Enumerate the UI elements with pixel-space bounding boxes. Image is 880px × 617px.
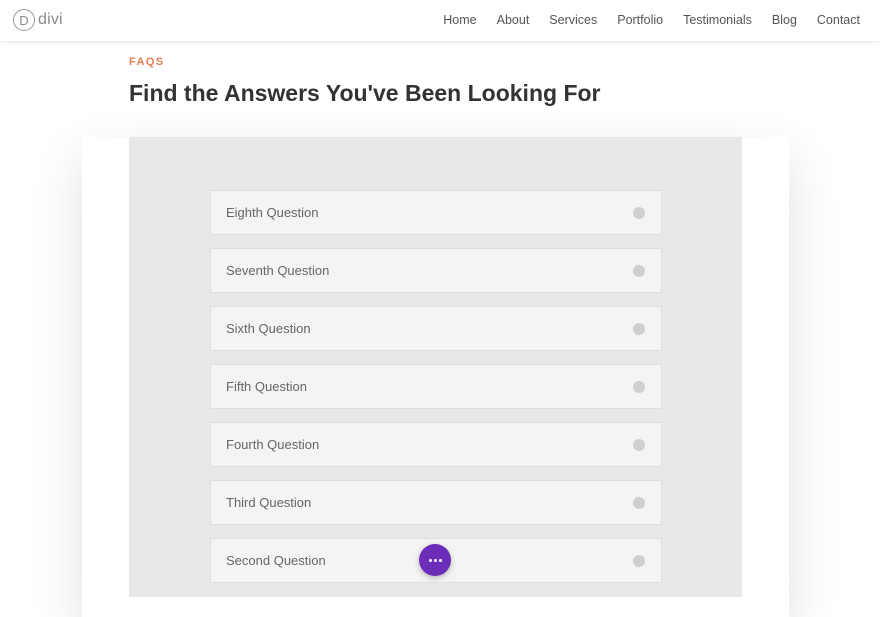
faq-question: Second Question	[226, 553, 326, 568]
faq-toggle[interactable]: Third Question	[210, 480, 662, 525]
nav-portfolio[interactable]: Portfolio	[617, 13, 663, 27]
faq-question: Fifth Question	[226, 379, 307, 394]
nav-home[interactable]: Home	[443, 13, 476, 27]
nav-about[interactable]: About	[497, 13, 530, 27]
faq-question: Third Question	[226, 495, 312, 510]
toggle-icon	[633, 497, 645, 509]
main-nav: Home About Services Portfolio Testimonia…	[423, 0, 860, 40]
toggle-icon	[633, 381, 645, 393]
site-header: D divi Home About Services Portfolio Tes…	[0, 0, 880, 41]
section-eyebrow: FAQS	[129, 56, 165, 68]
toggle-icon	[633, 207, 645, 219]
toggle-icon	[633, 439, 645, 451]
faq-toggle[interactable]: Eighth Question	[210, 190, 662, 235]
more-dots-icon	[428, 558, 442, 562]
faq-question: Sixth Question	[226, 321, 311, 336]
faq-question: Fourth Question	[226, 437, 320, 452]
faq-toggle[interactable]: Sixth Question	[210, 306, 662, 351]
nav-testimonials[interactable]: Testimonials	[683, 13, 752, 27]
faq-question: Seventh Question	[226, 263, 330, 278]
faq-toggle[interactable]: Seventh Question	[210, 248, 662, 293]
logo[interactable]: D divi	[13, 8, 63, 32]
nav-blog[interactable]: Blog	[772, 13, 797, 27]
more-options-button[interactable]	[419, 544, 451, 576]
logo-text: divi	[38, 11, 63, 28]
logo-mark-icon: D	[13, 9, 35, 31]
nav-services[interactable]: Services	[549, 13, 597, 27]
toggle-icon	[633, 555, 645, 567]
faq-question: Eighth Question	[226, 205, 319, 220]
nav-contact[interactable]: Contact	[817, 13, 860, 27]
faq-toggle[interactable]: Fifth Question	[210, 364, 662, 409]
faq-toggle[interactable]: Fourth Question	[210, 422, 662, 467]
toggle-icon	[633, 265, 645, 277]
section-title: Find the Answers You've Been Looking For	[129, 80, 601, 106]
toggle-icon	[633, 323, 645, 335]
